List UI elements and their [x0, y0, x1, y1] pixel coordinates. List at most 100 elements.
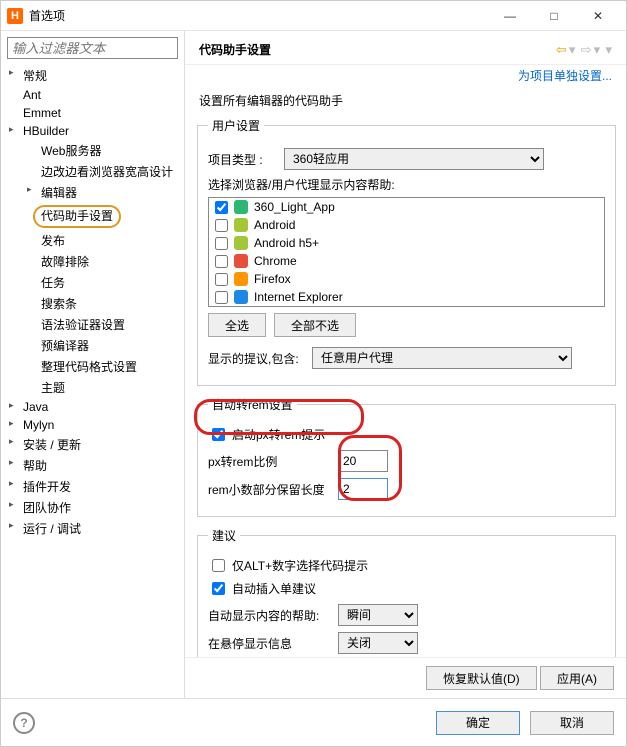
- apply-button[interactable]: 应用(A): [540, 666, 614, 690]
- tree-item[interactable]: ▸帮助: [1, 455, 184, 476]
- browser-row[interactable]: Firefox: [209, 270, 604, 288]
- browser-icon: [234, 272, 248, 286]
- browser-name: Android: [254, 218, 295, 232]
- tree-item[interactable]: Web服务器: [1, 140, 184, 161]
- help-icon[interactable]: ?: [13, 712, 35, 734]
- tree-item-label: 发布: [41, 234, 65, 248]
- browser-checkbox[interactable]: [215, 219, 228, 232]
- minimize-button[interactable]: —: [488, 2, 532, 30]
- tree-item[interactable]: ▸运行 / 调试: [1, 518, 184, 539]
- browser-row[interactable]: Internet Explorer: [209, 288, 604, 306]
- expand-icon[interactable]: ▸: [9, 457, 14, 468]
- rem-ratio-input[interactable]: [338, 450, 388, 472]
- tree-item-label: 整理代码格式设置: [41, 360, 137, 374]
- expand-icon[interactable]: ▸: [27, 184, 32, 195]
- tree-item-label: 常规: [23, 69, 47, 83]
- rem-ratio-label: px转rem比例: [208, 453, 338, 470]
- browser-row[interactable]: Android: [209, 216, 604, 234]
- tree-item[interactable]: Emmet: [1, 104, 184, 122]
- nav-back-icon[interactable]: ⇦: [556, 42, 567, 57]
- browser-icon: [234, 254, 248, 268]
- expand-icon[interactable]: ▸: [9, 520, 14, 531]
- tree-item-label: 故障排除: [41, 255, 89, 269]
- tree-item-label: 语法验证器设置: [41, 318, 125, 332]
- tree-item-label: 代码助手设置: [41, 209, 113, 223]
- select-all-button[interactable]: 全选: [208, 313, 266, 337]
- deselect-all-button[interactable]: 全部不选: [274, 313, 356, 337]
- tree-item[interactable]: ▸ Mylyn: [1, 416, 184, 434]
- tree-item-label: HBuilder: [23, 124, 69, 138]
- browser-row[interactable]: 360_Light_App: [209, 198, 604, 216]
- browser-checkbox[interactable]: [215, 255, 228, 268]
- tree-item[interactable]: 边改边看浏览器宽高设计: [1, 161, 184, 182]
- browser-checkbox[interactable]: [215, 237, 228, 250]
- preferences-tree[interactable]: ▸ 常规 AntEmmet ▸ HBuilder Web服务器边改边看浏览器宽高设计 ▸ 编辑…: [1, 65, 184, 698]
- tree-item-label: 边改边看浏览器宽高设计: [41, 165, 173, 179]
- auto-show-select[interactable]: 瞬间: [338, 604, 418, 626]
- dialog-footer: ? 确定 取消: [1, 698, 626, 746]
- expand-icon[interactable]: ▸: [9, 499, 14, 510]
- left-pane: ▸ 常规 AntEmmet ▸ HBuilder Web服务器边改边看浏览器宽高设计 ▸ 编辑…: [1, 31, 185, 698]
- tree-item[interactable]: 发布: [1, 230, 184, 251]
- browser-checkbox[interactable]: [215, 201, 228, 214]
- browser-name: Chrome: [254, 254, 297, 268]
- tree-item[interactable]: ▸ 常规: [1, 65, 184, 86]
- browser-checkbox[interactable]: [215, 291, 228, 304]
- tree-item[interactable]: ▸ HBuilder: [1, 122, 184, 140]
- tree-item[interactable]: 整理代码格式设置: [1, 356, 184, 377]
- expand-icon[interactable]: ▸: [9, 478, 14, 489]
- tree-item[interactable]: ▸ 安装 / 更新: [1, 434, 184, 455]
- nav-fwd-icon[interactable]: ⇨: [581, 42, 592, 57]
- browser-name: Internet Explorer: [254, 290, 343, 304]
- expand-icon[interactable]: ▸: [9, 124, 14, 135]
- tree-item[interactable]: Ant: [1, 86, 184, 104]
- tree-item[interactable]: 故障排除: [1, 251, 184, 272]
- tree-item[interactable]: ▸插件开发: [1, 476, 184, 497]
- tree-item[interactable]: 预编译器: [1, 335, 184, 356]
- browser-list[interactable]: 360_Light_App Android Android h5+ Chrome Fir…: [208, 197, 605, 307]
- expand-icon[interactable]: ▸: [9, 418, 14, 429]
- tree-item-label: 团队协作: [23, 501, 71, 515]
- rem-decimal-input[interactable]: [338, 478, 388, 500]
- project-type-select[interactable]: 360轻应用: [284, 148, 544, 170]
- tree-item-label: 主题: [41, 381, 65, 395]
- on-hover-select[interactable]: 关闭: [338, 632, 418, 654]
- tree-item-label: 任务: [41, 276, 65, 290]
- tree-item[interactable]: ▸ 团队协作: [1, 497, 184, 518]
- auto-insert-checkbox[interactable]: [212, 582, 225, 595]
- close-button[interactable]: ✕: [576, 2, 620, 30]
- user-settings-group: 用户设置 项目类型 : 360轻应用 选择浏览器/用户代理显示内容帮助: 360…: [197, 117, 616, 386]
- alt-num-checkbox[interactable]: [212, 559, 225, 572]
- browser-name: 360_Light_App: [254, 200, 335, 214]
- restore-defaults-button[interactable]: 恢复默认值(D): [426, 666, 537, 690]
- tree-item[interactable]: 代码助手设置: [1, 203, 184, 230]
- filter-input[interactable]: [7, 37, 178, 59]
- nav-menu-icon[interactable]: ▾: [605, 42, 612, 57]
- tree-item[interactable]: 主题: [1, 377, 184, 398]
- enable-rem-checkbox[interactable]: [212, 428, 225, 441]
- tree-item-label: Mylyn: [23, 418, 54, 432]
- ok-button[interactable]: 确定: [436, 711, 520, 735]
- expand-icon[interactable]: ▸: [9, 400, 14, 411]
- tree-item-label: 编辑器: [41, 186, 77, 200]
- tree-item-label: 安装 / 更新: [23, 438, 81, 452]
- tree-item[interactable]: ▸Java: [1, 398, 184, 416]
- browser-row[interactable]: Android h5+: [209, 234, 604, 252]
- expand-icon[interactable]: ▸: [9, 67, 14, 78]
- auto-show-label: 自动显示内容的帮助:: [208, 607, 338, 624]
- rem-decimal-label: rem小数部分保留长度: [208, 481, 338, 498]
- rem-settings-group: 自动转rem设置 启动px转rem提示 px转rem比例 rem小数部分保留长度: [197, 396, 616, 517]
- expand-icon[interactable]: ▸: [9, 436, 14, 447]
- hint-select[interactable]: 任意用户代理: [312, 347, 572, 369]
- tree-item[interactable]: 任务: [1, 272, 184, 293]
- project-settings-link[interactable]: 为项目单独设置...: [518, 69, 612, 83]
- tree-item[interactable]: 搜索条: [1, 293, 184, 314]
- nav-arrows: ⇦▾ ⇨▾ ▾: [554, 42, 612, 58]
- tree-item[interactable]: 语法验证器设置: [1, 314, 184, 335]
- tree-item[interactable]: ▸ 编辑器: [1, 182, 184, 203]
- cancel-button[interactable]: 取消: [530, 711, 614, 735]
- browser-checkbox[interactable]: [215, 273, 228, 286]
- browser-row[interactable]: Chrome: [209, 252, 604, 270]
- right-pane: 代码助手设置 ⇦▾ ⇨▾ ▾ 为项目单独设置... 设置所有编辑器的代码助手 用…: [185, 31, 626, 698]
- maximize-button[interactable]: □: [532, 2, 576, 30]
